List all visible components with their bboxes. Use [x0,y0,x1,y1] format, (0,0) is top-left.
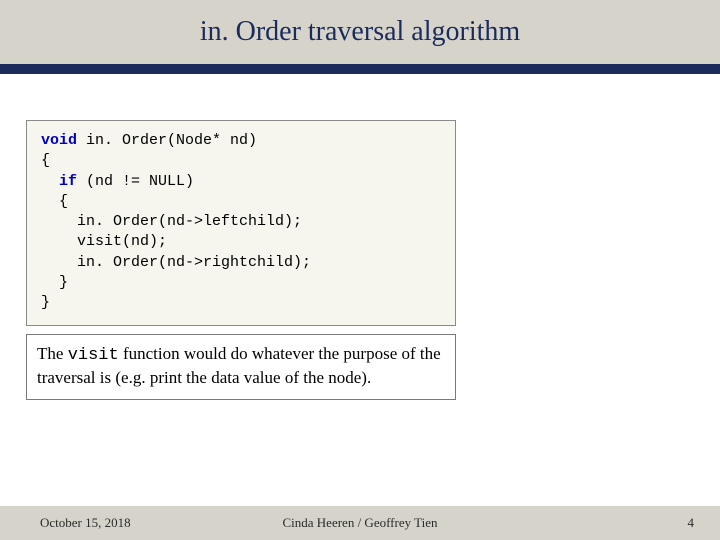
code-line: in. Order(nd->leftchild); [41,212,441,232]
code-text: in. Order(Node* nd) [77,132,257,149]
code-text: (nd != NULL) [77,173,194,190]
code-line: in. Order(nd->rightchild); [41,253,441,273]
slide-title: in. Order traversal algorithm [200,16,520,48]
note-text-pre: The [37,344,68,363]
note-code-visit: visit [68,346,119,365]
code-line: if (nd != NULL) [41,172,441,192]
title-bar: in. Order traversal algorithm [0,0,720,64]
keyword-void: void [41,132,77,149]
code-block: void in. Order(Node* nd) { if (nd != NUL… [26,120,456,326]
code-line: { [41,192,441,212]
code-line: { [41,151,441,171]
footer-page-number: 4 [688,515,695,531]
code-indent [41,173,59,190]
code-line: } [41,293,441,313]
note-block: The visit function would do whatever the… [26,334,456,400]
keyword-if: if [59,173,77,190]
code-line: void in. Order(Node* nd) [41,131,441,151]
divider-blue [0,64,720,74]
footer-date: October 15, 2018 [40,515,131,531]
footer: October 15, 2018 Cinda Heeren / Geoffrey… [0,506,720,540]
slide: in. Order traversal algorithm void in. O… [0,0,720,540]
code-line: visit(nd); [41,232,441,252]
code-line: } [41,273,441,293]
content-area: void in. Order(Node* nd) { if (nd != NUL… [0,80,720,506]
